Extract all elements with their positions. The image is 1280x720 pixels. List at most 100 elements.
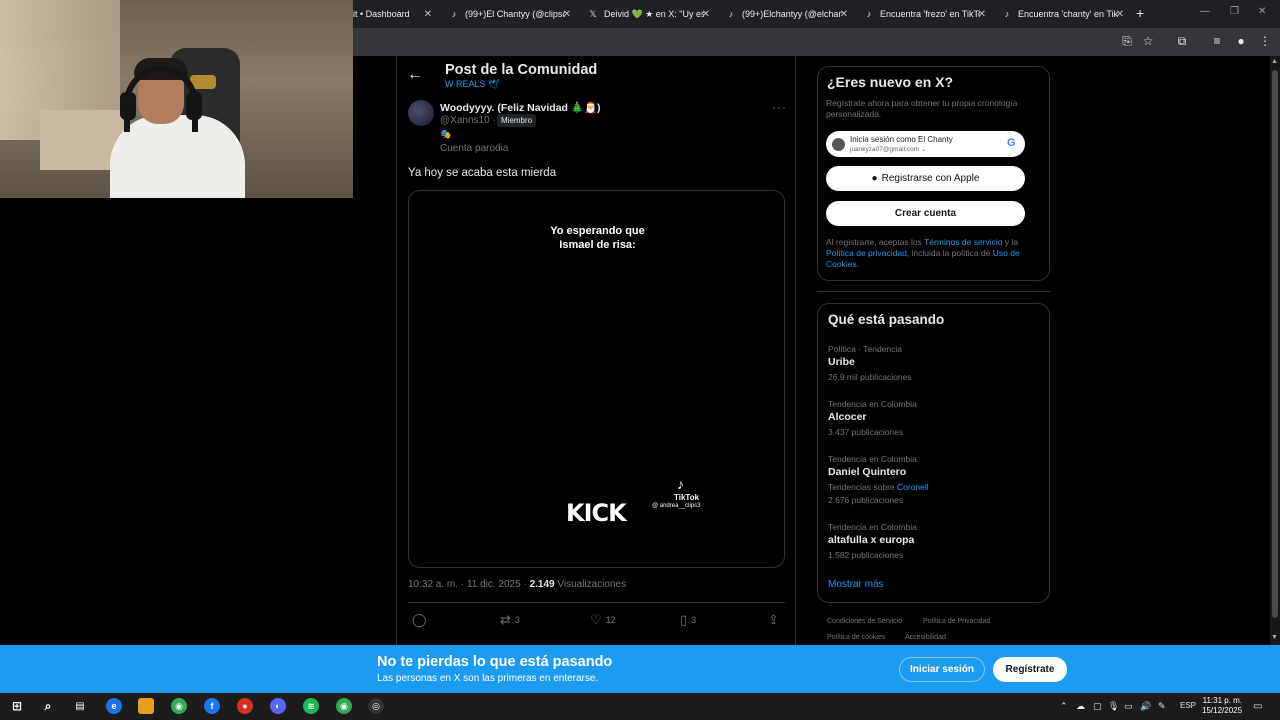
tab-clipsch[interactable]: ♪ (99+)El Chantyy (@clipsch ✕ <box>441 4 579 24</box>
parody-mask-icon: 🎭 <box>440 129 452 139</box>
install-icon[interactable]: ⎘ <box>1120 34 1134 48</box>
tab-title: Encuentra 'chanty' en Tik <box>1018 9 1118 19</box>
create-account-button[interactable]: Crear cuenta <box>826 201 1025 226</box>
tab-title: Deivid 💚 ★ en X: "Uy es <box>604 8 704 19</box>
show-more-link[interactable]: Mostrar más <box>828 579 884 590</box>
apple-signup-label: Registrarse con Apple <box>881 173 980 184</box>
terms-link[interactable]: Términos de servicio <box>924 237 1002 247</box>
discord-icon[interactable]: ◐ <box>270 698 286 714</box>
parody-label: Cuenta parodia <box>440 143 509 154</box>
more-options-button[interactable]: ··· <box>772 100 787 114</box>
close-icon[interactable]: ✕ <box>702 9 710 20</box>
signup-title: ¿Eres nuevo en X? <box>827 74 954 90</box>
browser-menu-icon[interactable]: ⋮ <box>1258 34 1272 48</box>
task-view-icon[interactable]: ▤ <box>72 698 88 714</box>
author-avatar[interactable] <box>408 100 434 126</box>
system-clock[interactable]: 11:31 p. m. 15/12/2025 <box>1202 696 1242 716</box>
back-arrow-icon[interactable]: ← <box>407 66 423 84</box>
footer-link[interactable]: Política de Privacidad <box>923 618 990 625</box>
tab-elchantyy[interactable]: ♪ (99+)Elchantyy (@elchan ✕ <box>718 4 856 24</box>
microphone-icon[interactable]: 🎙 <box>1108 701 1119 712</box>
network-icon[interactable]: ▭ <box>1124 701 1133 712</box>
video-caption: Yo esperando que Ismael de risa: <box>409 224 784 252</box>
trends-title: Qué está pasando <box>828 312 945 327</box>
close-icon[interactable]: ✕ <box>840 9 848 20</box>
notifications-icon[interactable]: ▭ <box>1253 701 1262 712</box>
search-icon[interactable]: ⌕ <box>40 698 56 714</box>
signup-banner <box>0 645 1280 693</box>
bookmark-button[interactable]: ▯ 3 <box>680 612 696 628</box>
author-handle[interactable]: @Xanns10 · <box>440 115 496 126</box>
scroll-up-icon[interactable]: ▲ <box>1271 58 1278 65</box>
footer-link[interactable]: Condiciones de Servicio <box>827 618 902 625</box>
trend-related-link[interactable]: Coronell <box>897 482 929 492</box>
chrome-profile-icon[interactable]: ◉ <box>336 698 352 714</box>
windows-start-icon[interactable]: ⊞ <box>9 698 25 714</box>
maximize-icon[interactable]: ❐ <box>1230 6 1239 17</box>
scroll-down-icon[interactable]: ▼ <box>1271 634 1278 641</box>
tab-title: (99+)El Chantyy (@clipsch <box>465 9 565 19</box>
tab-deivid[interactable]: 𝕏 Deivid 💚 ★ en X: "Uy es ✕ <box>580 4 718 24</box>
volume-icon[interactable]: 🔊 <box>1140 701 1151 712</box>
trend-name[interactable]: Daniel Quintero <box>828 466 906 478</box>
new-tab-button[interactable]: + <box>1136 5 1144 21</box>
extensions-icon[interactable]: ⧉ <box>1175 34 1189 48</box>
share-button[interactable]: ⇪ <box>768 612 783 628</box>
terms-text: Al registrarte, aceptas los Términos de … <box>826 237 1036 270</box>
post-video[interactable]: Yo esperando que Ismael de risa: KICK ♪ … <box>408 190 785 568</box>
spotify-icon[interactable]: ≋ <box>303 698 319 714</box>
window-close-icon[interactable]: ✕ <box>1258 6 1266 17</box>
close-icon[interactable]: ✕ <box>978 9 986 20</box>
cloud-off-icon[interactable]: ☁ <box>1076 701 1085 712</box>
media-control-icon[interactable]: ≡ <box>1210 34 1224 48</box>
google-account-email: juankyza07@gmail.com ⌄ <box>850 145 926 153</box>
close-icon[interactable]: ✕ <box>424 9 432 20</box>
reply-button[interactable]: ◯ <box>412 612 431 628</box>
terms-end: . <box>856 259 860 269</box>
privacy-link[interactable]: Política de privacidad <box>826 248 907 258</box>
repost-count: 3 <box>514 615 520 625</box>
bookmark-star-icon[interactable]: ☆ <box>1141 34 1155 48</box>
tab-dashboard[interactable]: it • Dashboard ✕ <box>345 4 440 24</box>
author-name[interactable]: Woodyyyy. (Feliz Navidad 🎄🎅) <box>440 101 601 114</box>
minimize-icon[interactable]: — <box>1200 6 1210 17</box>
tab-frezo[interactable]: ♪ Encuentra 'frezo' en TikTo ✕ <box>856 4 994 24</box>
apple-signup-button[interactable]: ● Registrarse con Apple <box>826 166 1025 191</box>
repost-icon: ⇄ <box>500 612 511 627</box>
trend-name[interactable]: Alcocer <box>828 411 867 423</box>
signup-button[interactable]: Regístrate <box>993 657 1067 682</box>
repost-button[interactable]: ⇄ 3 <box>500 612 520 628</box>
video-caption-line: Ismael de risa: <box>559 239 636 251</box>
footer-link[interactable]: Accesibilidad <box>905 634 946 641</box>
footer-link[interactable]: Política de cookies <box>827 634 885 641</box>
webcam-overlay <box>0 0 353 198</box>
obs-icon[interactable]: ◎ <box>368 698 384 714</box>
scroll-thumb[interactable] <box>1272 70 1278 618</box>
trend-context: Tendencia en Colombia <box>828 522 917 532</box>
banner-subtitle: Las personas en X son las primeras en en… <box>377 673 599 684</box>
app-icon-red[interactable]: ● <box>237 698 253 714</box>
language-indicator[interactable]: ESP <box>1180 701 1196 710</box>
pen-icon[interactable]: ✎ <box>1158 701 1166 712</box>
file-explorer-icon[interactable] <box>138 698 154 714</box>
post-timestamp[interactable]: 10:32 a. m. · 11 dic. 2025 · <box>408 579 527 590</box>
trend-context: Política · Tendencia <box>828 344 903 354</box>
webcam-headset <box>120 92 136 120</box>
like-button[interactable]: ♡ 12 <box>590 612 616 628</box>
trend-name[interactable]: altafulla x europa <box>828 534 914 546</box>
device-icon[interactable]: ▢ <box>1093 701 1102 712</box>
column-divider <box>795 56 796 645</box>
close-icon[interactable]: ✕ <box>563 9 571 20</box>
tray-overflow-icon[interactable]: ⌃ <box>1060 701 1068 712</box>
trend-context: Tendencia en Colombia <box>828 454 917 464</box>
chrome-icon[interactable]: ◉ <box>171 698 187 714</box>
tab-chanty[interactable]: ♪ Encuentra 'chanty' en Tik ✕ <box>994 4 1132 24</box>
edge-icon[interactable]: e <box>106 698 122 714</box>
tiktok-icon: ♪ <box>451 9 457 19</box>
trend-name[interactable]: Uribe <box>828 356 855 368</box>
profile-avatar[interactable]: ● <box>1234 34 1248 48</box>
community-link[interactable]: W REALS 🕊 <box>445 79 499 90</box>
close-icon[interactable]: ✕ <box>1116 9 1124 20</box>
login-button[interactable]: Iniciar sesión <box>899 657 985 682</box>
facebook-icon[interactable]: f <box>204 698 220 714</box>
